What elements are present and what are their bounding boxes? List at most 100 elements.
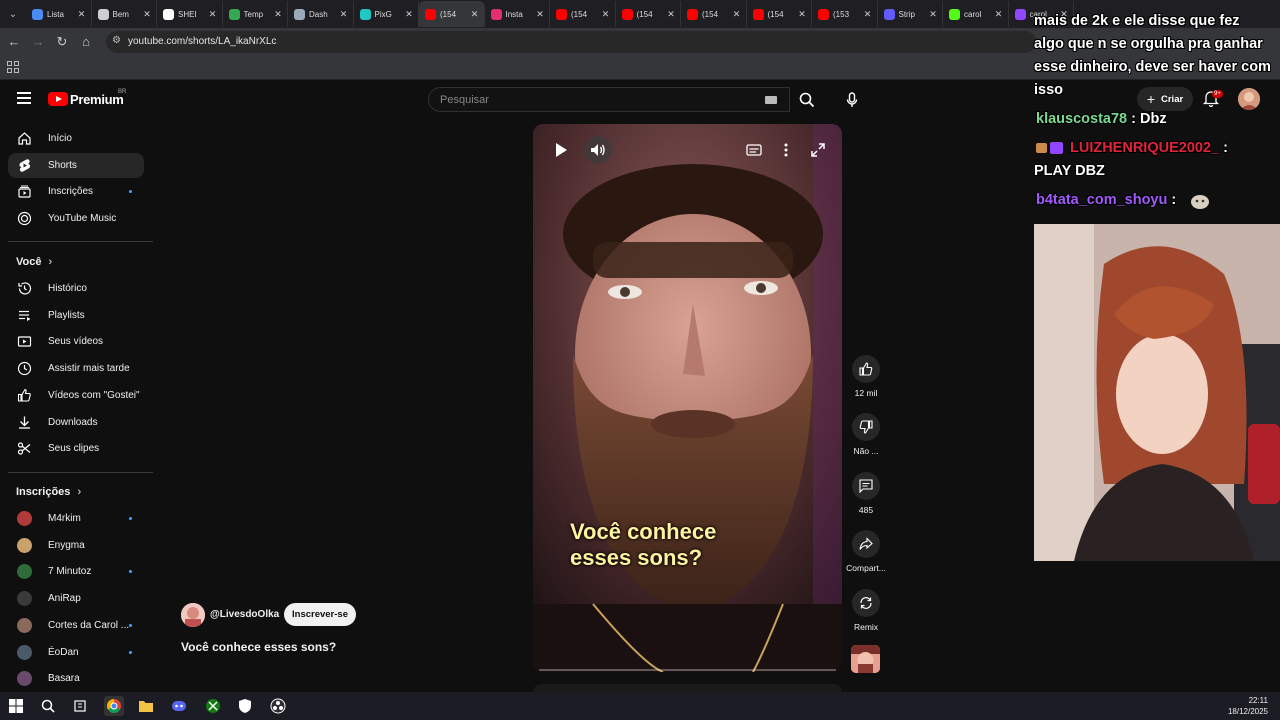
tab-close-icon[interactable]: ✕ — [338, 9, 350, 20]
sidebar-item-playlists[interactable]: Playlists — [8, 303, 144, 328]
browser-tab[interactable]: PixG ✕ — [354, 1, 419, 27]
tab-close-icon[interactable]: ✕ — [731, 9, 743, 20]
browser-tab[interactable]: Strip ✕ — [878, 1, 943, 27]
sidebar-item-youtube-music[interactable]: YouTube Music — [8, 206, 144, 231]
subscription-item-enygma[interactable]: Enygma — [8, 533, 144, 558]
channel-name[interactable]: @LivesdoOlka — [210, 609, 279, 620]
tab-close-icon[interactable]: ✕ — [76, 9, 88, 20]
browser-tab[interactable]: carol ✕ — [943, 1, 1009, 27]
video-progress-bar[interactable] — [539, 669, 836, 671]
you-heading[interactable]: Você › — [16, 256, 52, 268]
dislike-button[interactable] — [852, 413, 880, 441]
tab-close-icon[interactable]: ✕ — [272, 9, 284, 20]
apps-grid-icon[interactable] — [7, 61, 19, 73]
chat-message: b4tata_com_shoyu : — [1036, 189, 1176, 212]
address-bar[interactable]: ⚙ youtube.com/shorts/LA_ikaNrXLc — [106, 31, 1036, 53]
tab-close-icon[interactable]: ✕ — [469, 9, 481, 20]
sidebar-item-v-deos-com-gostei[interactable]: Vídeos com "Gostei" — [8, 383, 144, 408]
search-input[interactable]: Pesquisar — [428, 87, 790, 112]
logo-text[interactable]: Premium — [70, 92, 124, 107]
forward-icon[interactable]: → — [30, 34, 46, 49]
sidebar-item-seus-v-deos[interactable]: Seus vídeos — [8, 329, 144, 354]
browser-tab[interactable]: Temp ✕ — [223, 1, 288, 27]
tab-close-icon[interactable]: ✕ — [665, 9, 677, 20]
sound-thumbnail[interactable] — [851, 645, 880, 673]
browser-tab[interactable]: Lista ✕ — [26, 1, 92, 27]
taskbar-obs[interactable] — [268, 696, 288, 716]
back-icon[interactable]: ← — [6, 34, 22, 49]
browser-tab[interactable]: Insta ✕ — [485, 1, 550, 27]
site-info-icon[interactable]: ⚙ — [112, 35, 121, 46]
browser-tab[interactable]: (154 ✕ — [550, 1, 616, 27]
tab-close-icon[interactable]: ✕ — [403, 9, 415, 20]
menu-icon[interactable] — [17, 92, 31, 104]
start-button[interactable] — [6, 696, 26, 716]
tab-close-icon[interactable]: ✕ — [600, 9, 612, 20]
next-short-preview[interactable] — [533, 684, 842, 692]
like-button[interactable] — [852, 355, 880, 383]
reload-icon[interactable]: ↻ — [54, 34, 70, 50]
browser-tab[interactable]: Bem ✕ — [92, 1, 157, 27]
subscription-item-basara[interactable]: Basara — [8, 666, 144, 691]
taskbar-security[interactable] — [235, 696, 255, 716]
tab-close-icon[interactable]: ✕ — [534, 9, 546, 20]
remix-button[interactable] — [852, 589, 880, 617]
search-button[interactable] — [790, 87, 824, 112]
like-action[interactable]: 12 mil — [846, 355, 886, 398]
tab-close-icon[interactable]: ✕ — [141, 9, 153, 20]
comments-action[interactable]: 485 — [846, 472, 886, 515]
sidebar-item-hist-rico[interactable]: Histórico — [8, 276, 144, 301]
fullscreen-button[interactable] — [804, 136, 832, 164]
subscription-item-m4rkim[interactable]: M4rkim — [8, 506, 144, 531]
taskbar-discord[interactable] — [169, 696, 189, 716]
browser-tab[interactable]: (154 ✕ — [419, 1, 485, 27]
voice-search-button[interactable] — [838, 86, 865, 113]
subscription-item-7-minutoz[interactable]: 7 Minutoz — [8, 559, 144, 584]
taskbar-chrome[interactable] — [104, 696, 124, 716]
dislike-action[interactable]: Não ... — [846, 413, 886, 456]
tab-close-icon[interactable]: ✕ — [207, 9, 219, 20]
captions-button[interactable] — [740, 136, 768, 164]
sidebar-item-downloads[interactable]: Downloads — [8, 410, 144, 435]
system-clock[interactable]: 22:11 18/12/2025 — [1228, 695, 1268, 717]
subscription-item-anirap[interactable]: AniRap — [8, 586, 144, 611]
browser-tab[interactable]: (153 ✕ — [812, 1, 878, 27]
share-action[interactable]: Compart... — [846, 530, 886, 573]
tab-search-dropdown-icon[interactable]: ⌄ — [0, 0, 26, 28]
tab-close-icon[interactable]: ✕ — [796, 9, 808, 20]
subscription-item-odan[interactable]: ÉoDan — [8, 640, 144, 665]
more-options-button[interactable] — [772, 136, 800, 164]
user-avatar[interactable] — [1238, 88, 1260, 110]
channel-avatar[interactable] — [181, 603, 205, 627]
sidebar-item-in-cio[interactable]: Início — [8, 126, 144, 151]
subscriptions-heading[interactable]: Inscrições › — [16, 486, 81, 498]
subscription-item-cortes-da-carol[interactable]: Cortes da Carol ... — [8, 613, 144, 638]
remix-action[interactable]: Remix — [846, 589, 886, 632]
task-view-button[interactable] — [70, 696, 90, 716]
browser-tab[interactable]: (154 ✕ — [616, 1, 681, 27]
keyboard-icon[interactable] — [765, 96, 777, 104]
tab-close-icon[interactable]: ✕ — [927, 9, 939, 20]
volume-button[interactable] — [584, 136, 612, 164]
comments-button[interactable] — [852, 472, 880, 500]
browser-tab[interactable]: SHEI ✕ — [157, 1, 223, 27]
subscribe-button[interactable]: Inscrever-se — [284, 603, 356, 626]
tab-close-icon[interactable]: ✕ — [993, 9, 1005, 20]
home-browser-icon[interactable]: ⌂ — [78, 34, 94, 49]
browser-tab[interactable]: (154 ✕ — [681, 1, 747, 27]
play-button[interactable] — [547, 136, 575, 164]
browser-tab[interactable]: (154 ✕ — [747, 1, 812, 27]
tab-close-icon[interactable]: ✕ — [862, 9, 874, 20]
sidebar-item-shorts[interactable]: Shorts — [8, 152, 144, 178]
short-video-player[interactable]: Você conhece esses sons? — [533, 124, 842, 672]
share-button[interactable] — [852, 530, 880, 558]
url-text[interactable]: youtube.com/shorts/LA_ikaNrXLc — [128, 36, 276, 47]
browser-tab[interactable]: Dash ✕ — [288, 1, 354, 27]
sidebar-item-inscri-es[interactable]: Inscrições — [8, 179, 144, 204]
youtube-logo-icon[interactable] — [48, 92, 68, 106]
taskbar-search-button[interactable] — [38, 696, 58, 716]
taskbar-explorer[interactable] — [136, 696, 156, 716]
sidebar-item-seus-clipes[interactable]: Seus clipes — [8, 436, 144, 461]
sidebar-item-assistir-mais-tarde[interactable]: Assistir mais tarde — [8, 356, 144, 381]
taskbar-xbox[interactable] — [203, 696, 223, 716]
